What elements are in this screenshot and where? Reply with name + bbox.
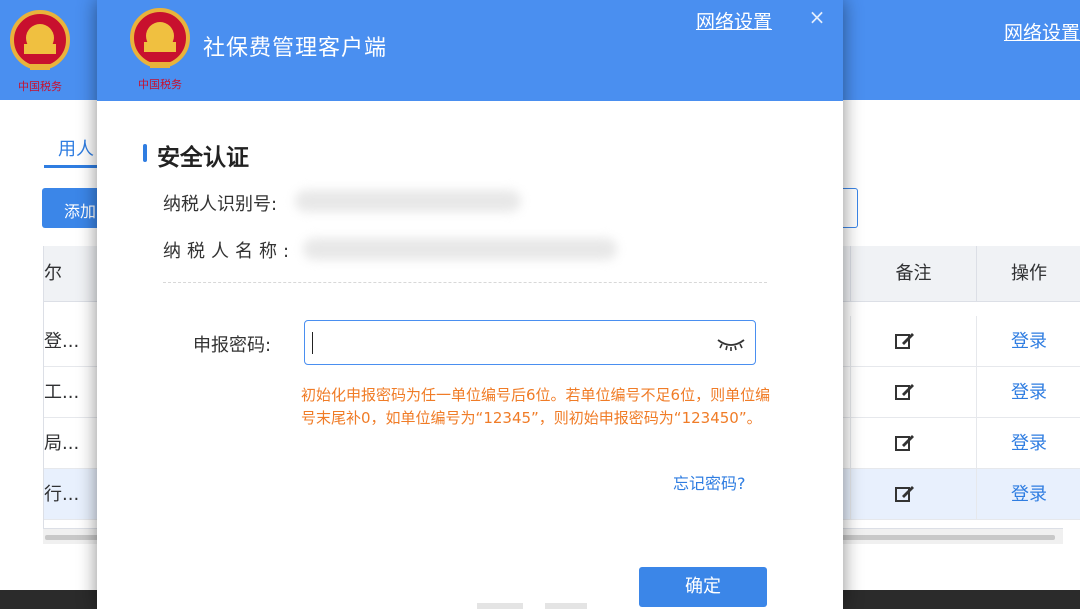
background-tab-employers[interactable]: 用人 (44, 132, 100, 168)
network-settings-link[interactable]: 网络设置 (696, 7, 772, 34)
taxpayer-id-label: 纳税人识别号: (163, 194, 278, 215)
section-accent-bar (143, 144, 147, 162)
close-icon[interactable]: × (807, 6, 827, 28)
tax-emblem-icon: 中国税务 (130, 8, 190, 91)
column-header-note: 备注 (850, 246, 976, 302)
edit-icon[interactable] (895, 434, 915, 452)
dialog-app-title: 社保费管理客户端 (203, 36, 388, 61)
column-header-action: 操作 (976, 246, 1080, 302)
password-hint-text: 初始化申报密码为任一单位编号后6位。若单位编号不足6位，则单位编号末尾补0，如单… (301, 386, 771, 427)
row-login-link[interactable]: 登录 (976, 469, 1080, 520)
dashed-divider (163, 282, 767, 283)
forgot-password-link[interactable]: 忘记密码? (673, 470, 746, 494)
background-add-button[interactable]: 添加 (42, 188, 102, 228)
row-login-link[interactable]: 登录 (976, 367, 1080, 418)
edit-icon[interactable] (895, 383, 915, 401)
row-note-cell (850, 469, 976, 520)
background-network-settings-link[interactable]: 网络设置 (1004, 18, 1080, 45)
edit-icon[interactable] (895, 485, 915, 503)
column-header-name: 尔 (44, 263, 62, 284)
bottom-edge-element (477, 603, 523, 609)
taxpayer-name-label: 纳税人名称: (163, 241, 296, 262)
row-name: 局... (44, 433, 80, 454)
svg-text:中国税务: 中国税务 (138, 77, 182, 91)
row-login-link[interactable]: 登录 (976, 418, 1080, 469)
security-auth-dialog: 中国税务 社保费管理客户端 网络设置 × 安全认证 纳税人识别号: 纳税人名称:… (97, 0, 843, 609)
confirm-button[interactable]: 确定 (639, 567, 767, 607)
section-title: 安全认证 (157, 145, 249, 171)
password-field[interactable] (304, 320, 756, 365)
row-login-link[interactable]: 登录 (976, 316, 1080, 367)
password-input[interactable] (313, 329, 703, 357)
row-note-cell (850, 367, 976, 418)
row-note-cell (850, 418, 976, 469)
dialog-header: 中国税务 社保费管理客户端 网络设置 × (97, 0, 843, 101)
tax-emblem-icon: 中国税务 (10, 10, 70, 93)
eye-closed-icon[interactable] (716, 335, 746, 353)
taxpayer-name-value-redacted (303, 238, 617, 260)
bottom-edge-element (545, 603, 587, 609)
row-note-cell (850, 316, 976, 367)
password-label: 申报密码: (193, 335, 272, 356)
row-name: 工... (44, 382, 80, 403)
row-name: 登... (44, 331, 80, 352)
row-name: 行... (44, 484, 80, 505)
svg-text:中国税务: 中国税务 (18, 79, 62, 93)
taxpayer-id-value-redacted (295, 190, 521, 212)
edit-icon[interactable] (895, 332, 915, 350)
